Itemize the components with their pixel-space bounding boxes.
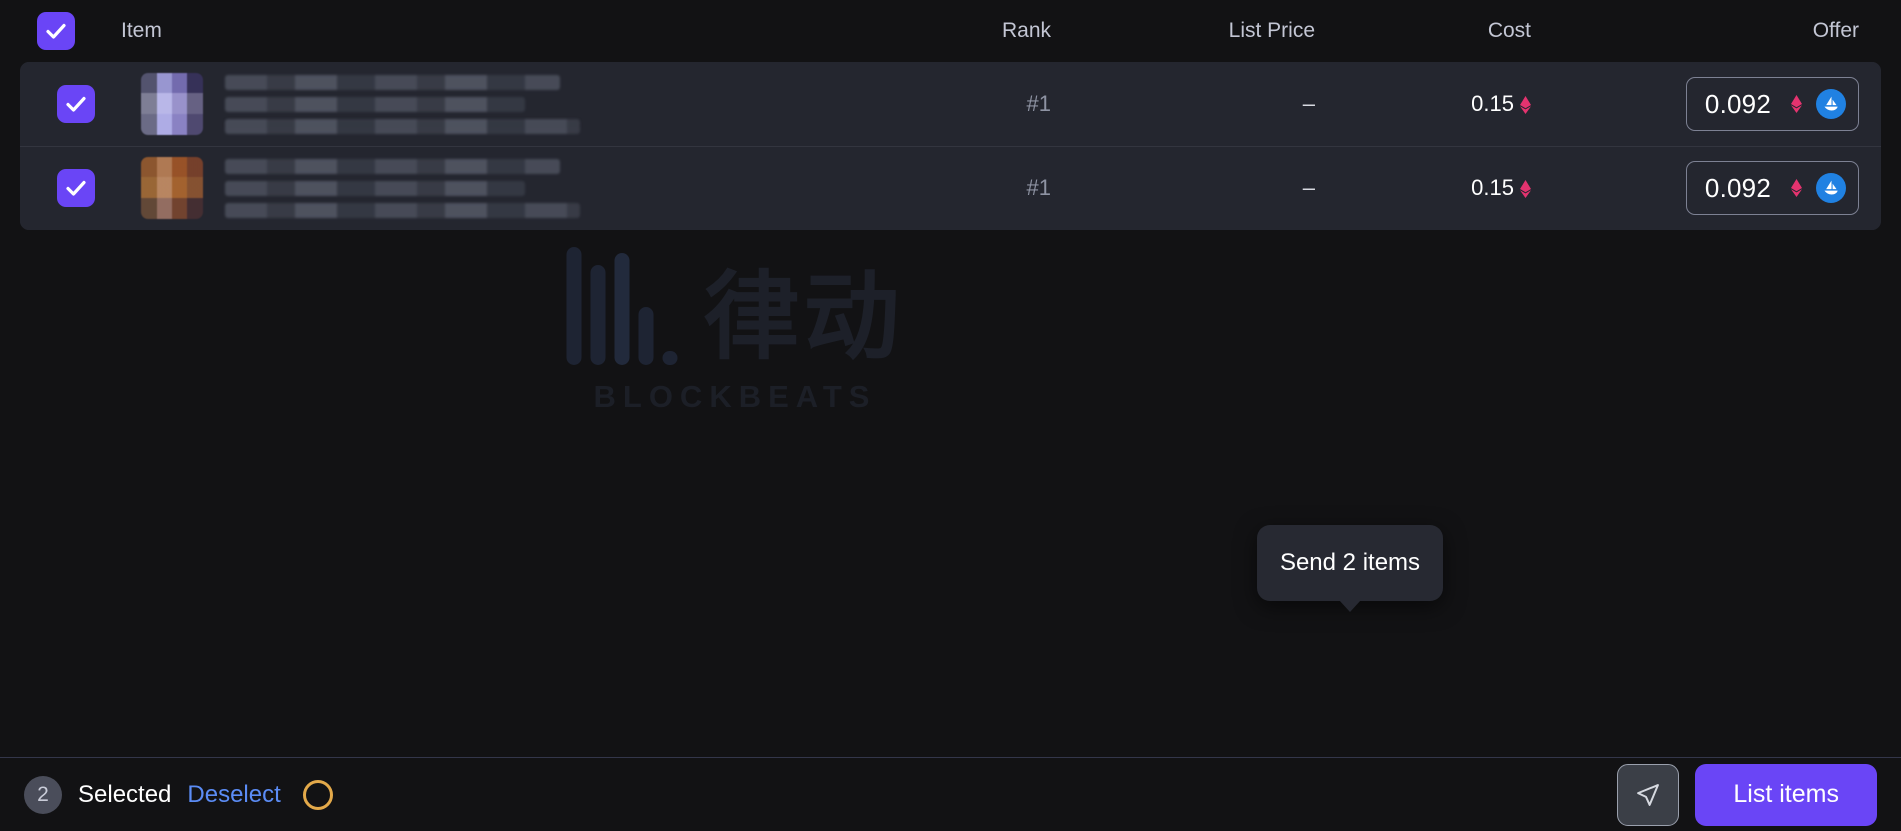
action-buttons: List items (1617, 763, 1877, 826)
item-name-redacted (225, 74, 879, 134)
eth-icon (1791, 179, 1802, 197)
selection-action-bar: 2 Selected Deselect List items (0, 757, 1901, 831)
tooltip-label: Send 2 items (1279, 549, 1421, 576)
row-checkbox-cell (20, 85, 132, 123)
offer-input[interactable]: 0.092 (1685, 161, 1859, 215)
table-row[interactable]: #1 – 0.15 0.092 (20, 146, 1881, 230)
selected-label: Selected (78, 780, 172, 808)
eth-icon (1520, 94, 1531, 114)
offer-value: 0.092 (1704, 172, 1771, 203)
select-all-checkbox-cell (0, 12, 112, 50)
eth-diamond-glyph (1791, 95, 1802, 113)
blockbeats-watermark: 律动 BLOCKBEATS (566, 245, 904, 415)
watermark-logo: 律动 (566, 245, 904, 373)
column-header-offer[interactable]: Offer (1559, 19, 1859, 43)
cost-cell: 0.15 (1329, 175, 1559, 201)
table-header-row: Item Rank List Price Cost Offer (0, 0, 1901, 62)
offer-value: 0.092 (1704, 88, 1771, 119)
opensea-icon[interactable] (1816, 89, 1846, 119)
offer-cell: 0.092 (1559, 161, 1859, 215)
check-icon (66, 180, 86, 196)
column-header-cost[interactable]: Cost (1329, 19, 1559, 43)
row-checkbox[interactable] (57, 169, 95, 207)
item-thumbnail (141, 73, 203, 135)
eth-icon (1791, 95, 1802, 113)
marketplace-bulk-list-screen: 律动 BLOCKBEATS Item Rank List Price Cost … (0, 0, 1901, 831)
loading-ring-icon[interactable] (302, 779, 333, 810)
send-items-button[interactable] (1617, 763, 1680, 826)
row-checkbox-cell (20, 169, 132, 207)
list-price-value: – (1302, 175, 1315, 200)
check-icon (66, 96, 86, 112)
check-icon (46, 23, 66, 39)
item-cell[interactable] (132, 157, 879, 219)
select-all-checkbox[interactable] (37, 12, 75, 50)
column-header-rank[interactable]: Rank (879, 19, 1079, 43)
opensea-sailboat-glyph (1824, 180, 1838, 195)
item-cell[interactable] (132, 73, 879, 135)
item-thumbnail (141, 157, 203, 219)
table-body: #1 – 0.15 0.092 #1 – 0.15 0.092 (20, 62, 1881, 230)
cost-cell: 0.15 (1329, 91, 1559, 117)
list-price-value: – (1302, 91, 1315, 116)
selected-count-badge: 2 (24, 775, 62, 814)
cost-value: 0.15 (1471, 175, 1514, 200)
opensea-icon[interactable] (1816, 173, 1846, 203)
rank-value: #1 (1026, 175, 1051, 200)
eth-diamond-glyph (1520, 180, 1531, 198)
items-table: Item Rank List Price Cost Offer #1 – 0.1… (0, 0, 1901, 230)
eth-diamond-glyph (1520, 96, 1531, 114)
item-name-redacted (225, 158, 879, 218)
eth-diamond-glyph (1791, 179, 1802, 197)
column-header-list-price[interactable]: List Price (1079, 19, 1329, 43)
selection-summary: 2 Selected Deselect (24, 775, 333, 814)
eth-icon (1520, 178, 1531, 198)
watermark-brand-text: BLOCKBEATS (593, 379, 877, 414)
cost-value: 0.15 (1471, 91, 1514, 116)
deselect-button[interactable]: Deselect (187, 781, 280, 809)
table-row[interactable]: #1 – 0.15 0.092 (20, 62, 1881, 146)
offer-cell: 0.092 (1559, 77, 1859, 131)
opensea-sailboat-glyph (1824, 96, 1838, 111)
watermark-cjk-text: 律动 (703, 261, 904, 373)
watermark-bars-icon (566, 245, 678, 365)
send-paper-plane-icon (1637, 783, 1660, 806)
column-header-item[interactable]: Item (112, 19, 879, 43)
send-items-tooltip: Send 2 items (1257, 525, 1443, 601)
row-checkbox[interactable] (57, 85, 95, 123)
list-items-button[interactable]: List items (1695, 763, 1877, 826)
offer-input[interactable]: 0.092 (1685, 77, 1859, 131)
rank-value: #1 (1026, 91, 1051, 116)
